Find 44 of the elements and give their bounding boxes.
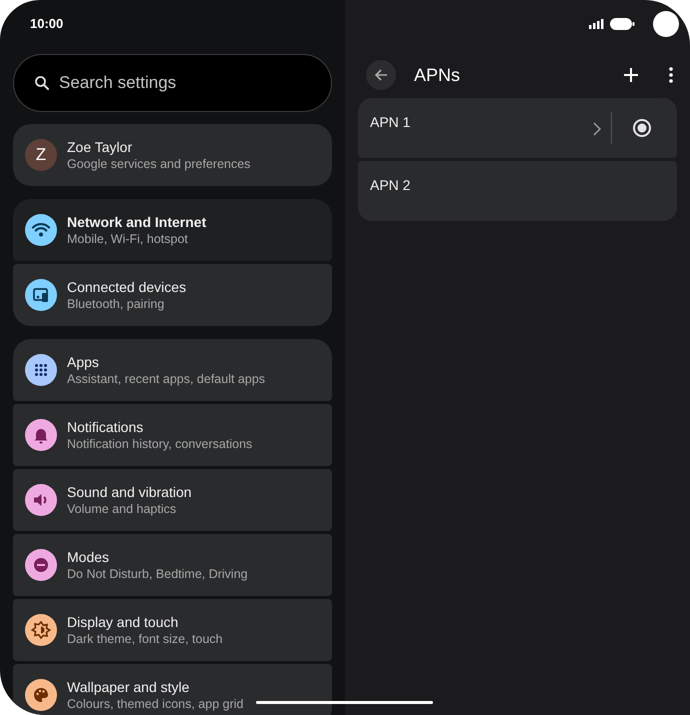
- item-title: Display and touch: [67, 614, 180, 630]
- settings-item[interactable]: Connected devices Bluetooth, pairing: [13, 264, 332, 326]
- item-subtitle: Mobile, Wi-Fi, hotspot: [67, 232, 189, 246]
- settings-item[interactable]: Modes Do Not Disturb, Bedtime, Driving: [13, 534, 332, 596]
- settings-item[interactable]: Sound and vibration Volume and haptics: [13, 469, 332, 531]
- settings-item[interactable]: Display and touch Dark theme, font size, touch: [13, 599, 332, 661]
- item-title: Wallpaper and style: [67, 679, 190, 695]
- item-subtitle: Assistant, recent apps, default apps: [67, 372, 266, 386]
- item-title: Network and Internet: [67, 214, 206, 230]
- status-time: 10:00: [30, 16, 64, 31]
- apn-name: APN 2: [370, 177, 412, 193]
- camera-cutout: [653, 11, 679, 37]
- item-subtitle: Google services and preferences: [67, 157, 250, 171]
- item-subtitle: Bluetooth, pairing: [67, 297, 166, 311]
- settings-item[interactable]: Wallpaper and style Colours, themed icons, app grid: [13, 664, 332, 715]
- page-title: APNs: [414, 64, 462, 86]
- radio-button[interactable]: [632, 118, 652, 138]
- apn-item[interactable]: APN 1: [358, 98, 677, 158]
- back-arrow-icon: [373, 67, 389, 83]
- item-subtitle: Do Not Disturb, Bedtime, Driving: [67, 567, 248, 581]
- battery-icon: [610, 18, 635, 30]
- item-subtitle: Notification history, conversations: [67, 437, 252, 451]
- item-subtitle: Colours, themed icons, app grid: [67, 697, 244, 711]
- settings-item[interactable]: Z Zoe Taylor Google services and preferences: [13, 124, 332, 186]
- avatar: Z: [25, 139, 57, 171]
- item-title: Zoe Taylor: [67, 139, 134, 155]
- item-title: Connected devices: [67, 279, 186, 295]
- settings-item[interactable]: Notifications Notification history, conversations: [13, 404, 332, 466]
- apn-item[interactable]: APN 2: [358, 161, 677, 221]
- settings-item[interactable]: Apps Assistant, recent apps, default apps: [13, 339, 332, 401]
- item-title: Notifications: [67, 419, 144, 435]
- item-title: Modes: [67, 549, 110, 565]
- item-title: Sound and vibration: [67, 484, 192, 500]
- settings-item[interactable]: Network and Internet Mobile, Wi-Fi, hotspot: [13, 199, 332, 261]
- add-icon[interactable]: [623, 67, 639, 83]
- search-field[interactable]: Search settings: [13, 54, 332, 112]
- back-button[interactable]: [366, 60, 396, 90]
- item-title: Apps: [67, 354, 100, 370]
- item-subtitle: Dark theme, font size, touch: [67, 632, 223, 646]
- chevron-right-icon: [593, 122, 601, 136]
- signal-icon: [589, 19, 604, 29]
- item-subtitle: Volume and haptics: [67, 502, 178, 516]
- apn-name: APN 1: [370, 114, 412, 130]
- more-options-icon[interactable]: [669, 67, 673, 83]
